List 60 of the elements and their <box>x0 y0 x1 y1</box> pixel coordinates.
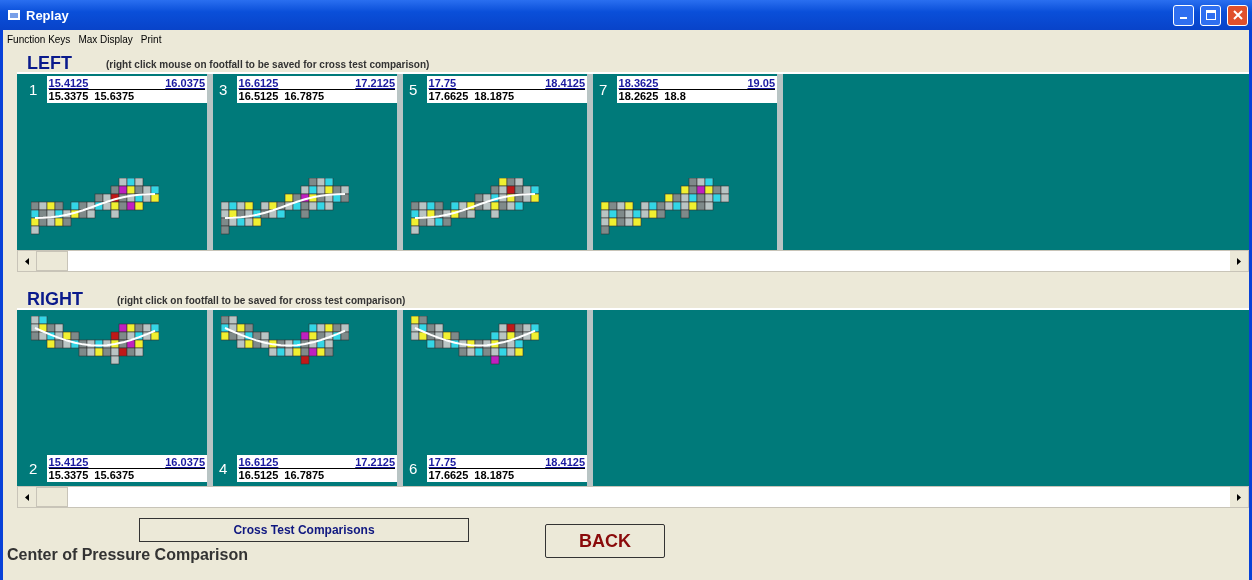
horizontal-scrollbar[interactable] <box>17 486 1249 508</box>
scroll-thumb[interactable] <box>36 251 68 271</box>
time-value: 18.4125 <box>545 77 585 89</box>
footfall-number: 4 <box>219 460 229 477</box>
left-arrow-icon[interactable] <box>25 257 29 265</box>
menu-item[interactable]: Print <box>140 33 162 45</box>
hint-text: (right click on footfall to be saved for cross test comparison) <box>117 295 406 306</box>
section-title: LEFT <box>27 54 72 72</box>
time-value: 17.75 <box>428 456 457 468</box>
time-value: 15.6375 <box>94 90 135 102</box>
time-value: 18.2625 <box>618 90 659 102</box>
right-arrow-icon[interactable] <box>1237 493 1241 501</box>
time-value: 17.75 <box>428 77 457 89</box>
time-value: 15.4125 <box>48 77 89 89</box>
footfall-number: 7 <box>599 81 609 98</box>
time-value: 16.7875 <box>284 469 325 481</box>
time-value: 18.1875 <box>474 469 515 481</box>
close-button[interactable] <box>1227 4 1248 26</box>
window-icon <box>8 10 20 20</box>
hint-text: (right click mouse on footfall to be saved for cross test comparison) <box>106 59 430 70</box>
footfall-number: 6 <box>409 460 419 477</box>
maximize-icon <box>1205 10 1216 20</box>
menu-item[interactable]: Max Display <box>78 33 133 45</box>
window-title: Replay <box>26 7 70 23</box>
minimize-button[interactable] <box>1173 4 1194 26</box>
horizontal-scrollbar[interactable] <box>17 250 1249 272</box>
left-arrow-icon[interactable] <box>25 493 29 501</box>
footfall-number: 3 <box>219 81 229 98</box>
time-value: 15.3375 <box>48 90 89 102</box>
close-icon <box>1232 10 1243 20</box>
time-value: 16.0375 <box>165 456 205 468</box>
time-value: 15.4125 <box>48 456 89 468</box>
footfall-number: 5 <box>409 81 419 98</box>
time-value: 18.3625 <box>618 77 659 89</box>
time-value: 16.6125 <box>238 77 279 89</box>
time-value: 17.6625 <box>428 469 469 481</box>
section-title: RIGHT <box>27 290 83 308</box>
time-value: 18.8 <box>664 90 686 102</box>
time-value: 16.7875 <box>284 90 325 102</box>
time-value: 16.5125 <box>238 469 279 481</box>
time-value: 16.0375 <box>165 77 205 89</box>
time-value: 15.3375 <box>48 469 89 481</box>
caption-text: Center of Pressure Comparison <box>7 546 248 564</box>
footfall-number: 2 <box>29 460 39 477</box>
footfall-number: 1 <box>29 81 39 98</box>
maximize-button[interactable] <box>1200 4 1221 26</box>
time-value: 16.5125 <box>238 90 279 102</box>
time-value: 16.6125 <box>238 456 279 468</box>
time-value: 17.2125 <box>355 77 395 89</box>
time-value: 17.6625 <box>428 90 469 102</box>
menu-item[interactable]: Function Keys <box>7 33 71 45</box>
back-button[interactable]: BACK <box>545 524 665 558</box>
time-value: 18.1875 <box>474 90 515 102</box>
time-value: 17.2125 <box>355 456 395 468</box>
right-arrow-icon[interactable] <box>1237 257 1241 265</box>
cross-test-button[interactable]: Cross Test Comparisons <box>139 518 469 542</box>
time-value: 19.05 <box>747 77 775 89</box>
scroll-thumb[interactable] <box>36 487 68 507</box>
time-value: 15.6375 <box>94 469 135 481</box>
time-value: 18.4125 <box>545 456 585 468</box>
